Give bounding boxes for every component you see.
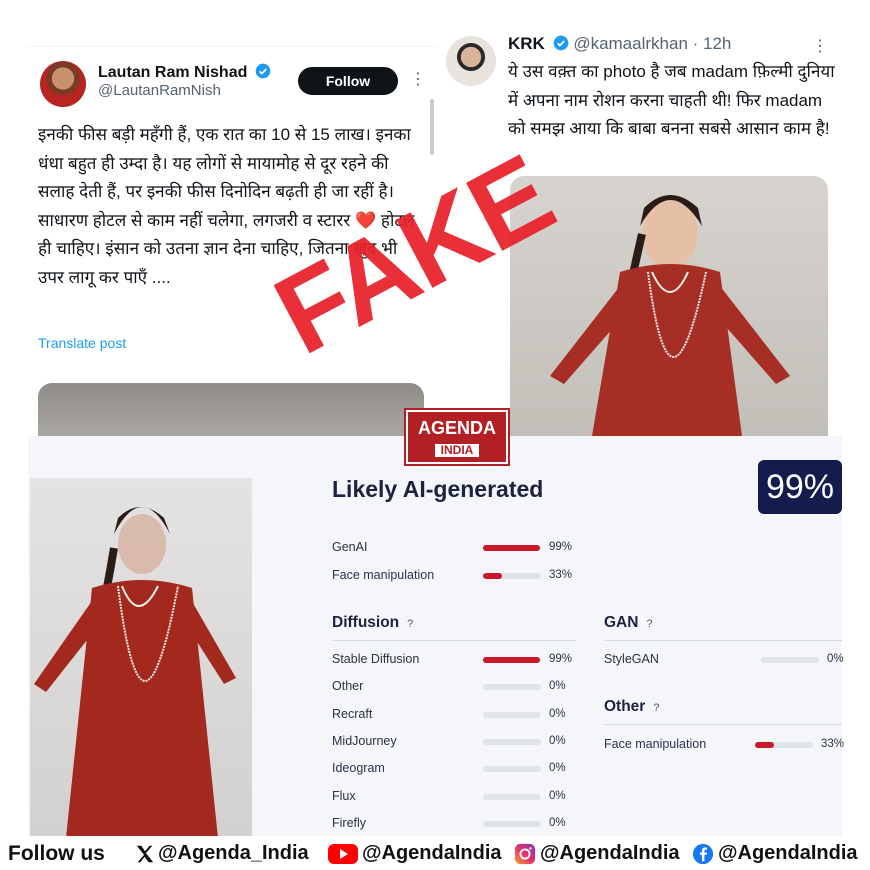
youtube-icon[interactable] bbox=[328, 843, 358, 865]
divider bbox=[604, 724, 842, 725]
score-percent: 0% bbox=[549, 734, 566, 747]
divider bbox=[604, 640, 842, 641]
score-percent: 99% bbox=[549, 653, 573, 665]
translate-post-link[interactable]: Translate post bbox=[38, 335, 126, 351]
score-bar bbox=[483, 711, 541, 718]
gan-section-title: GAN? bbox=[604, 614, 653, 631]
score-badge: 99% bbox=[758, 460, 842, 514]
score-bar bbox=[483, 738, 541, 745]
blurred-woman-illustration bbox=[34, 507, 236, 838]
help-icon[interactable]: ? bbox=[653, 702, 659, 714]
score-percent: 99% bbox=[549, 541, 573, 553]
score-label: Ideogram bbox=[332, 761, 385, 776]
score-bar bbox=[483, 657, 541, 663]
score-bar bbox=[483, 573, 541, 579]
score-label: Other bbox=[332, 679, 364, 694]
score-label: GenAI bbox=[332, 540, 368, 554]
score-label: MidJourney bbox=[332, 733, 397, 748]
facebook-icon[interactable] bbox=[692, 843, 714, 865]
score-label: Stable Diffusion bbox=[332, 652, 420, 666]
score-bar bbox=[483, 766, 541, 773]
author-avatar[interactable] bbox=[40, 61, 86, 107]
author-name[interactable]: KRK bbox=[508, 34, 545, 53]
author-name[interactable]: Lautan Ram Nishad bbox=[98, 64, 247, 81]
score-bar-fill bbox=[483, 657, 541, 663]
more-options-icon[interactable]: ⋮ bbox=[812, 36, 828, 56]
scrollbar[interactable] bbox=[430, 99, 434, 155]
score-label: Face manipulation bbox=[604, 737, 707, 751]
x-logo-icon[interactable] bbox=[134, 843, 156, 865]
score-bar-fill bbox=[755, 742, 775, 748]
score-percent: 33% bbox=[549, 569, 573, 581]
instagram-icon[interactable] bbox=[514, 843, 536, 865]
score-bar bbox=[483, 684, 541, 691]
score-percent: 0% bbox=[549, 816, 566, 829]
youtube-handle[interactable]: @AgendaIndia bbox=[362, 842, 502, 865]
divider bbox=[332, 640, 576, 641]
follow-us-label: Follow us bbox=[8, 842, 105, 865]
follow-button[interactable]: Follow bbox=[298, 67, 398, 95]
score-label: Recraft bbox=[332, 706, 373, 721]
score-bar bbox=[483, 793, 541, 800]
agenda-india-logo: AGENDA INDIA bbox=[404, 408, 510, 466]
score-percent: 0% bbox=[549, 789, 566, 802]
verified-icon bbox=[255, 63, 271, 79]
score-percent: 33% bbox=[821, 738, 845, 750]
score-bar bbox=[483, 820, 541, 827]
score-bar bbox=[761, 657, 819, 663]
other-section-title: Other? bbox=[604, 698, 660, 715]
social-footer: Follow us @Agenda_India @AgendaIndia @Ag… bbox=[0, 836, 870, 870]
woman-photo-illustration bbox=[550, 195, 790, 436]
tweet-text: ये उस वक़्त का photo है जब madam फ़िल्मी… bbox=[508, 62, 835, 138]
diffusion-section-title: Diffusion? bbox=[332, 614, 414, 631]
verdict-title: Likely AI-generated bbox=[332, 476, 544, 502]
facebook-handle[interactable]: @AgendaIndia bbox=[718, 842, 858, 865]
analyzed-image bbox=[30, 478, 252, 838]
author-handle[interactable]: @LautanRamNish bbox=[98, 82, 271, 99]
score-bar-fill bbox=[483, 573, 503, 579]
score-bar-fill bbox=[483, 545, 541, 551]
tweet-image[interactable] bbox=[510, 176, 828, 436]
author-info: KRK @kamaalrkhan · 12h bbox=[508, 34, 731, 54]
score-percent: 0% bbox=[549, 707, 566, 720]
score-percent: 0% bbox=[549, 762, 566, 775]
score-percent: 0% bbox=[549, 680, 566, 693]
ai-detector-panel: Likely AI-generated 99% GenAI 99% Face man… bbox=[28, 436, 845, 838]
help-icon[interactable]: ? bbox=[646, 618, 652, 630]
post-time[interactable]: · 12h bbox=[693, 34, 732, 53]
score-bar bbox=[483, 545, 541, 551]
author-info: Lautan Ram Nishad @LautanRamNish bbox=[98, 63, 271, 99]
score-label: Face manipulation bbox=[332, 568, 435, 582]
x-handle[interactable]: @Agenda_India bbox=[158, 842, 309, 865]
author-avatar[interactable] bbox=[446, 36, 496, 86]
score-label: Firefly bbox=[332, 815, 367, 830]
author-handle[interactable]: @kamaalrkhan bbox=[573, 34, 688, 53]
score-percent: 0% bbox=[827, 653, 844, 665]
score-label: StyleGAN bbox=[604, 652, 659, 666]
score-bar bbox=[755, 742, 813, 748]
verified-icon bbox=[553, 35, 568, 51]
score-label: Flux bbox=[332, 788, 356, 803]
more-options-icon[interactable]: ⋮ bbox=[410, 69, 426, 89]
instagram-handle[interactable]: @AgendaIndia bbox=[540, 842, 680, 865]
help-icon[interactable]: ? bbox=[407, 618, 413, 630]
